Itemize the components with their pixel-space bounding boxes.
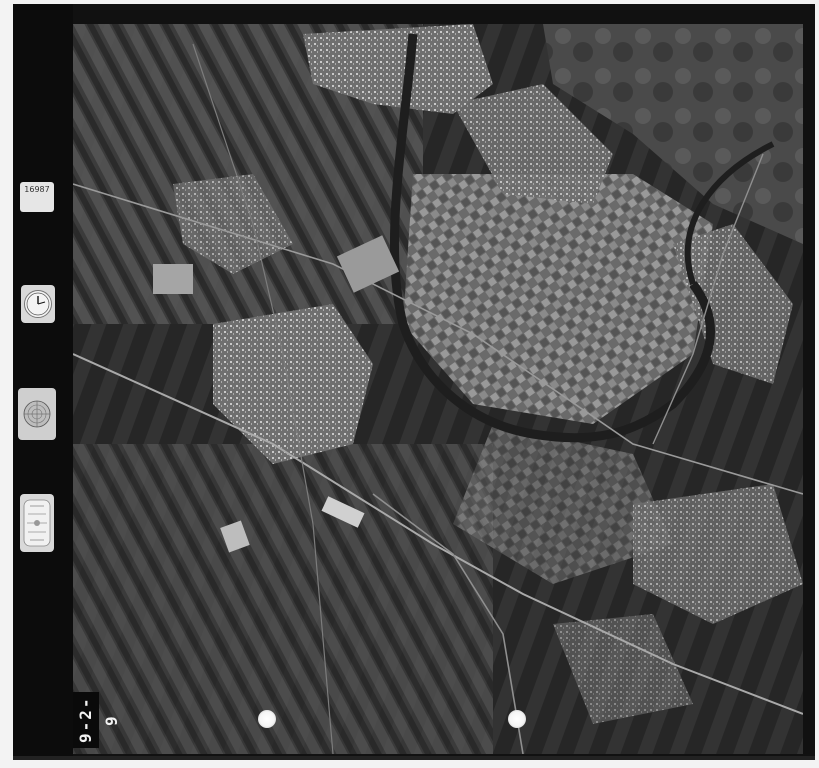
aerial-photo <box>73 24 803 754</box>
data-strip <box>13 4 73 756</box>
frame-number: 9-2-9 <box>73 692 121 748</box>
frame-counter-label: 16987 <box>20 182 54 212</box>
fiducial-dot-left <box>258 710 276 728</box>
clock-instrument <box>21 285 55 323</box>
fiducial-dot-right <box>508 710 526 728</box>
aerial-landscape <box>73 24 803 754</box>
clock-face-icon <box>24 290 52 318</box>
level-gauge-icon <box>23 499 51 547</box>
altimeter-dial-icon <box>23 400 51 428</box>
altimeter-instrument <box>18 388 56 440</box>
level-instrument <box>20 494 54 552</box>
counter-text: 16987 <box>24 185 50 194</box>
